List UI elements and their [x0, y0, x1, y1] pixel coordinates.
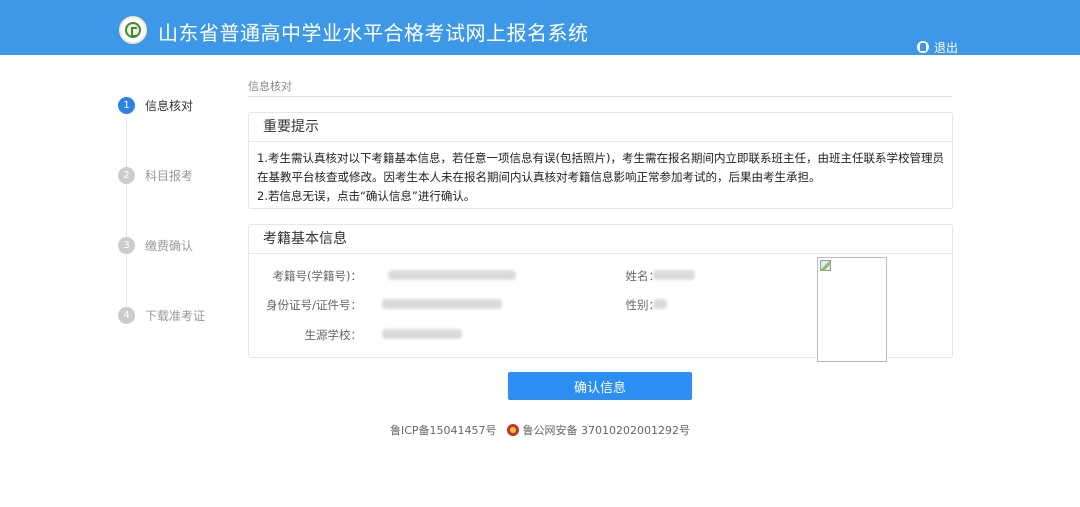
- name-value-redacted: [653, 270, 695, 280]
- student-info-body: 考籍号(学籍号)： 身份证号/证件号： 生源学校： 姓名： 性别：: [249, 254, 952, 362]
- step-label: 缴费确认: [145, 239, 194, 253]
- step-number: 2: [118, 167, 135, 184]
- icp-link[interactable]: 鲁ICP备15041457号: [390, 422, 497, 438]
- notice-line-2: 2.若信息无误，点击“确认信息”进行确认。: [257, 189, 476, 203]
- step-payment-confirm: 3 缴费确认: [118, 237, 193, 254]
- step-number: 3: [118, 237, 135, 254]
- step-download-admission: 4 下载准考证: [118, 307, 205, 324]
- id-no-value-redacted: [382, 299, 502, 309]
- police-record-link[interactable]: 鲁公网安备 37010202001292号: [506, 422, 691, 438]
- student-info-title: 考籍基本信息: [249, 225, 952, 254]
- step-verify-info: 1 信息核对: [118, 97, 193, 114]
- important-notice-panel: 重要提示 1.考生需认真核对以下考籍基本信息，若任意一项信息有误(包括照片)，考…: [248, 112, 953, 209]
- notice-line-1: 1.考生需认真核对以下考籍基本信息，若任意一项信息有误(包括照片)，考生需在报名…: [257, 151, 944, 184]
- student-no-label: 考籍号(学籍号)：: [272, 269, 362, 283]
- notice-body: 1.考生需认真核对以下考籍基本信息，若任意一项信息有误(包括照片)，考生需在报名…: [249, 142, 952, 206]
- steps-connector: [126, 118, 127, 320]
- user-icon: [917, 41, 929, 53]
- step-label: 下载准考证: [145, 309, 206, 323]
- step-number: 4: [118, 307, 135, 324]
- student-info-panel: 考籍基本信息 考籍号(学籍号)： 身份证号/证件号： 生源学校： 姓名： 性别：: [248, 224, 953, 362]
- police-record-text: 鲁公网安备 37010202001292号: [522, 424, 691, 437]
- breadcrumb-divider: [248, 96, 952, 97]
- broken-image-icon: [820, 260, 831, 271]
- app-header: 山东省普通高中学业水平合格考试网上报名系统 退出: [0, 0, 1080, 55]
- gender-value-redacted: [653, 299, 667, 309]
- step-label: 信息核对: [145, 99, 194, 113]
- school-emblem-icon: [119, 16, 147, 44]
- police-badge-icon: [506, 424, 519, 436]
- step-label: 科目报考: [145, 169, 194, 183]
- step-number: 1: [118, 97, 135, 114]
- school-label: 生源学校：: [304, 328, 363, 342]
- breadcrumb: 信息核对: [248, 80, 292, 93]
- logout-label: 退出: [934, 40, 959, 55]
- student-photo: [817, 257, 887, 362]
- confirm-info-button[interactable]: 确认信息: [508, 372, 692, 400]
- app-title: 山东省普通高中学业水平合格考试网上报名系统: [158, 21, 589, 45]
- id-no-label: 身份证号/证件号：: [266, 298, 362, 312]
- step-subject-register: 2 科目报考: [118, 167, 193, 184]
- student-no-value-redacted: [388, 270, 516, 280]
- footer: 鲁ICP备15041457号 鲁公网安备 37010202001292号: [0, 422, 1080, 438]
- logout-button[interactable]: 退出: [917, 39, 958, 55]
- notice-title: 重要提示: [249, 113, 952, 142]
- school-value-redacted: [382, 329, 462, 339]
